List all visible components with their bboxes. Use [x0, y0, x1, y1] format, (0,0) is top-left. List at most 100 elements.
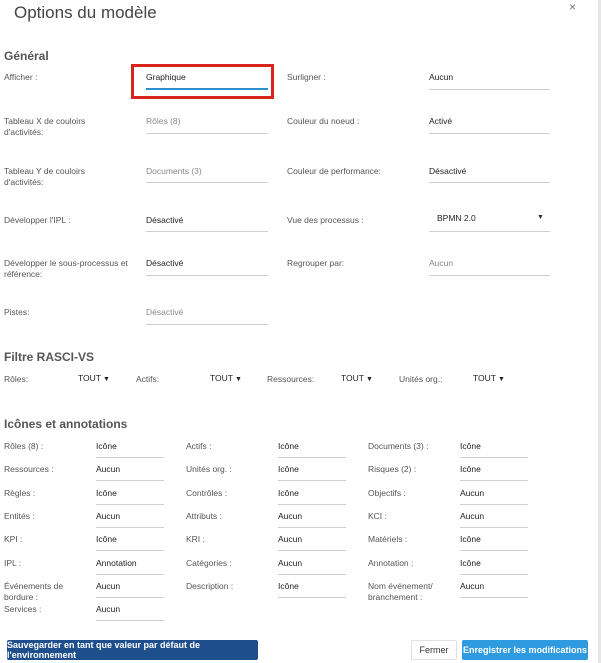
icon-label-ipl: IPL :: [4, 558, 22, 568]
icon-value-kpi[interactable]: Icône: [96, 534, 117, 544]
field-underline: [278, 597, 346, 598]
field-underline: [429, 89, 550, 90]
field-underline: [146, 324, 268, 325]
field-underline: [460, 504, 528, 505]
filter-value: TOUT: [341, 373, 364, 383]
field-label-regrouper-par: Regrouper par:: [287, 258, 345, 268]
field-label-tableau-x: Tableau X de couloirs d'activités:: [4, 116, 86, 137]
field-value-tableau-x[interactable]: Rôles (8): [146, 116, 180, 126]
icon-label-evenements-bordure: Événements de bordure :: [4, 581, 64, 602]
icon-label-kci: KCI :: [368, 511, 387, 521]
field-value-developper-sous-processus[interactable]: Désactivé: [146, 258, 183, 268]
field-underline: [460, 597, 528, 598]
field-label-developper-sous-processus: Développer le sous-processus et référenc…: [4, 258, 128, 279]
icon-label-nom-evenement: Nom événement/ branchement :: [368, 581, 433, 602]
field-underline: [429, 133, 550, 134]
field-value-regrouper-par[interactable]: Aucun: [429, 258, 453, 268]
icon-label-objectifs: Objectifs :: [368, 488, 406, 498]
icon-label-services: Services :: [4, 604, 42, 614]
icon-value-attributs[interactable]: Aucun: [278, 511, 302, 521]
field-value-afficher[interactable]: Graphique: [146, 72, 186, 82]
field-value-surligner[interactable]: Aucun: [429, 72, 453, 82]
field-underline: [429, 275, 550, 276]
section-icons-title: Icônes et annotations: [4, 417, 128, 431]
field-underline: [96, 574, 164, 575]
field-underline: [146, 275, 268, 276]
save-button[interactable]: Enregistrer les modifications: [462, 640, 588, 660]
icon-label-roles: Rôles (8) :: [4, 441, 44, 451]
icon-value-controles[interactable]: Icône: [278, 488, 299, 498]
icon-value-roles[interactable]: Icône: [96, 441, 117, 451]
icon-value-risques[interactable]: Icône: [460, 464, 481, 474]
filter-dropdown-actifs[interactable]: TOUT ▼: [210, 373, 242, 383]
options-dialog: Options du modèle × Général Afficher : G…: [0, 0, 601, 663]
filter-value: TOUT: [210, 373, 233, 383]
caret-down-icon: ▼: [234, 376, 242, 383]
icon-value-regles[interactable]: Icône: [96, 488, 117, 498]
field-underline: [460, 574, 528, 575]
icon-value-kri[interactable]: Aucun: [278, 534, 302, 544]
icon-label-documents: Documents (3) :: [368, 441, 429, 451]
icon-value-services[interactable]: Aucun: [96, 604, 120, 614]
filter-value: TOUT: [473, 373, 496, 383]
field-underline: [96, 620, 164, 621]
icon-label-kri: KRI :: [186, 534, 205, 544]
icon-value-ipl[interactable]: Annotation: [96, 558, 137, 568]
filter-dropdown-roles[interactable]: TOUT ▼: [78, 373, 110, 383]
icon-label-attributs: Attributs :: [186, 511, 222, 521]
filter-label-actifs: Actifs:: [136, 374, 160, 384]
filter-dropdown-ressources[interactable]: TOUT ▼: [341, 373, 373, 383]
field-label-developper-ipl: Développer l'IPL :: [4, 215, 71, 225]
icon-value-annotation[interactable]: Icône: [460, 558, 481, 568]
field-value-couleur-performance[interactable]: Désactivé: [429, 166, 466, 176]
icon-value-objectifs[interactable]: Aucun: [460, 488, 484, 498]
icon-value-entites[interactable]: Aucun: [96, 511, 120, 521]
field-value-couleur-noeud[interactable]: Activé: [429, 116, 452, 126]
icon-value-evenements-bordure[interactable]: Aucun: [96, 581, 120, 591]
icon-value-actifs[interactable]: Icône: [278, 441, 299, 451]
section-general-title: Général: [4, 49, 49, 63]
dialog-title: Options du modèle: [14, 3, 157, 22]
icon-label-kpi: KPI :: [4, 534, 23, 544]
close-button[interactable]: Fermer: [411, 640, 457, 660]
field-underline: [460, 457, 528, 458]
icon-value-unites-org[interactable]: Icône: [278, 464, 299, 474]
caret-down-icon: ▼: [365, 376, 373, 383]
field-underline: [278, 504, 346, 505]
field-label-afficher: Afficher :: [4, 72, 38, 82]
field-underline: [146, 182, 268, 183]
caret-down-icon: ▼: [497, 376, 505, 383]
icon-value-documents[interactable]: Icône: [460, 441, 481, 451]
section-filter-title: Filtre RASCI-VS: [4, 350, 95, 364]
field-underline: [460, 527, 528, 528]
field-underline: [96, 527, 164, 528]
field-underline: [460, 550, 528, 551]
save-default-button[interactable]: Sauvegarder en tant que valeur par défau…: [7, 640, 258, 660]
icon-label-actifs: Actifs :: [186, 441, 212, 451]
field-underline: [460, 480, 528, 481]
icon-label-unites-org: Unités org. :: [186, 464, 232, 474]
field-value-tableau-y[interactable]: Documents (3): [146, 166, 202, 176]
icon-label-ressources: Ressources :: [4, 464, 54, 474]
chevron-down-icon[interactable]: ▼: [537, 214, 544, 221]
icon-label-risques: Risques (2) :: [368, 464, 417, 474]
field-underline: [96, 457, 164, 458]
close-icon[interactable]: ×: [569, 0, 576, 14]
field-value-vue-processus[interactable]: BPMN 2.0: [437, 213, 476, 223]
icon-label-regles: Règles :: [4, 488, 36, 498]
field-label-couleur-performance: Couleur de performance:: [287, 166, 382, 176]
icon-value-materiels[interactable]: Icône: [460, 534, 481, 544]
field-underline: [278, 574, 346, 575]
field-underline-active: [146, 88, 268, 90]
field-underline: [278, 480, 346, 481]
icon-label-annotation: Annotation :: [368, 558, 414, 568]
field-value-developper-ipl[interactable]: Désactivé: [146, 215, 183, 225]
icon-value-description[interactable]: Icône: [278, 581, 299, 591]
field-value-pistes[interactable]: Désactivé: [146, 307, 183, 317]
icon-value-ressources[interactable]: Aucun: [96, 464, 120, 474]
icon-value-categories[interactable]: Aucun: [278, 558, 302, 568]
filter-dropdown-unites-org[interactable]: TOUT ▼: [473, 373, 505, 383]
icon-value-kci[interactable]: Aucun: [460, 511, 484, 521]
field-underline: [146, 231, 268, 232]
icon-value-nom-evenement[interactable]: Aucun: [460, 581, 484, 591]
